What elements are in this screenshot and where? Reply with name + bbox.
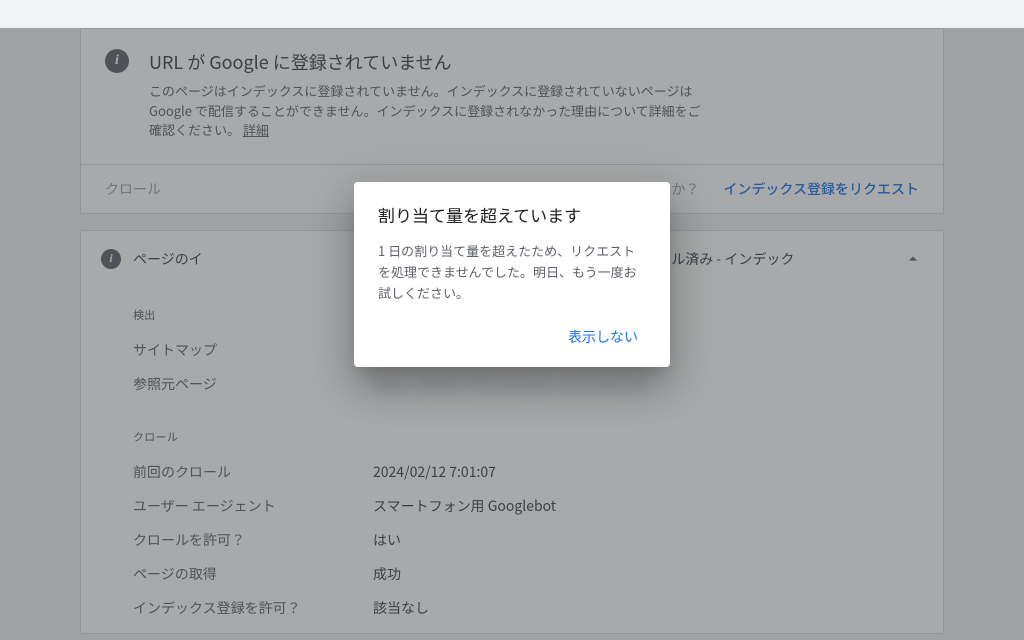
dialog-title: 割り当て量を超えています	[378, 202, 646, 227]
dialog-actions: 表示しない	[378, 319, 646, 355]
dismiss-button[interactable]: 表示しない	[560, 319, 646, 355]
dialog-body: 1 日の割り当て量を超えたため、リクエストを処理できませんでした。明日、もう一度…	[378, 241, 646, 303]
quota-dialog: 割り当て量を超えています 1 日の割り当て量を超えたため、リクエストを処理できま…	[354, 182, 670, 367]
modal-backdrop[interactable]: 割り当て量を超えています 1 日の割り当て量を超えたため、リクエストを処理できま…	[0, 28, 1024, 640]
